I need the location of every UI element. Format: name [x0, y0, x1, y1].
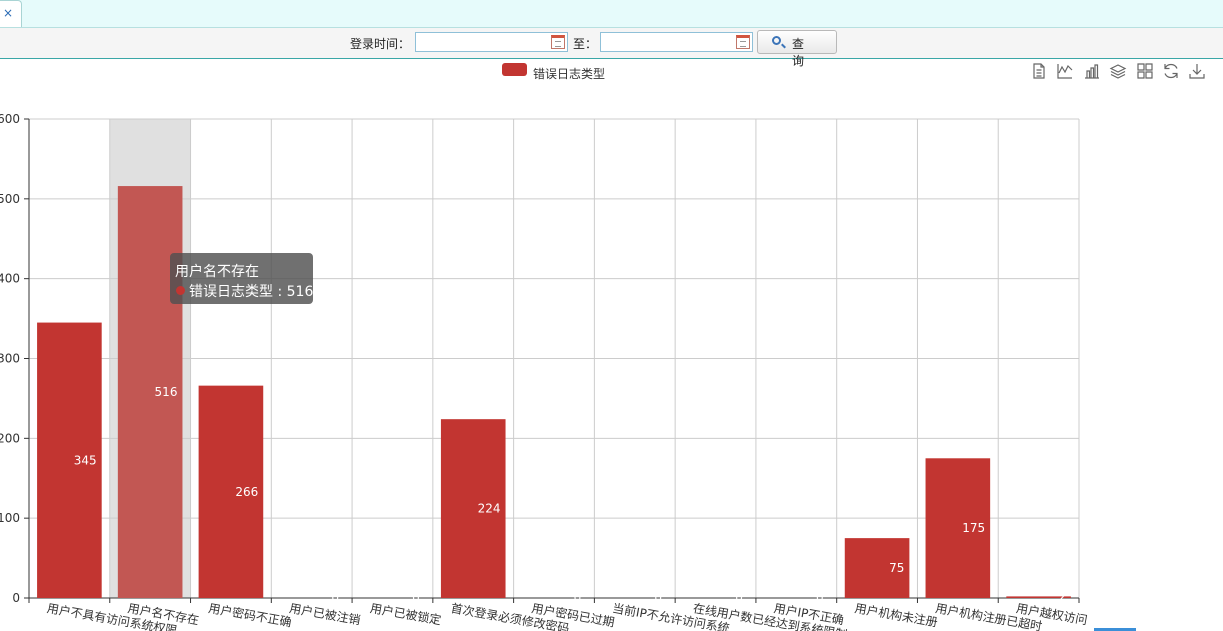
tooltip-series-dot [176, 286, 185, 295]
y-tick-label: 400 [0, 272, 20, 286]
search-button-label: 查 询 [792, 37, 811, 68]
y-tick-label: 200 [0, 431, 20, 445]
bar-value-label: 345 [74, 453, 97, 467]
bar-value-label: 266 [235, 485, 258, 499]
calendar-icon[interactable] [736, 35, 750, 49]
bar-value-label: 175 [962, 521, 985, 535]
tooltip-value-line: 错误日志类型 : 516 [189, 284, 314, 300]
login-time-label: 登录时间： [350, 37, 411, 51]
x-category-label: 用户已被注销 [288, 600, 362, 627]
bar-value-label: 516 [155, 385, 178, 399]
bar-value-label: 0 [654, 591, 662, 605]
y-tick-label: 300 [0, 352, 20, 366]
search-icon [772, 36, 781, 45]
bar-value-label: 0 [412, 591, 420, 605]
y-tick-label: 600 [0, 112, 20, 126]
calendar-icon[interactable] [551, 35, 565, 49]
tab-bar: × [0, 0, 1223, 28]
tile-icon[interactable] [1136, 62, 1154, 80]
end-date-input[interactable] [600, 32, 753, 52]
bar-chart-icon[interactable] [1083, 62, 1101, 80]
bar-value-label: 0 [816, 591, 824, 605]
tab-current[interactable]: × [0, 0, 22, 27]
stack-icon[interactable] [1109, 62, 1127, 80]
bar-chart: 0100200300400500600345用户不具有访问系统权限516用户名不… [0, 112, 1089, 631]
line-chart-icon[interactable] [1056, 62, 1074, 80]
bar-value-label: 224 [478, 502, 501, 516]
start-date-input[interactable] [415, 32, 568, 52]
legend-swatch[interactable] [502, 63, 527, 76]
save-image-icon[interactable] [1188, 62, 1206, 80]
query-toolbar: 登录时间： 至： 查 询 [0, 28, 1223, 68]
y-tick-label: 0 [12, 591, 20, 605]
to-label: 至： [573, 37, 598, 51]
bar-value-label: 0 [331, 591, 339, 605]
search-button[interactable]: 查 询 [757, 30, 837, 68]
x-category-label: 用户已被锁定 [369, 600, 443, 627]
chart-tooltip: 用户名不存在 错误日志类型 : 516 [170, 253, 313, 304]
y-tick-label: 500 [0, 192, 20, 206]
x-category-label: 用户密码不正确 [207, 600, 292, 629]
bar-value-label: 2 [1058, 590, 1066, 604]
bar-value-label: 0 [735, 591, 743, 605]
restore-icon[interactable] [1162, 62, 1180, 80]
data-view-icon[interactable] [1030, 62, 1048, 80]
bar-value-label: 75 [889, 561, 904, 575]
close-icon[interactable]: × [3, 6, 13, 20]
tooltip-title: 用户名不存在 [175, 264, 259, 280]
x-category-label: 用户机构未注册 [854, 600, 939, 629]
legend-label[interactable]: 错误日志类型 [533, 65, 605, 82]
bar-value-label: 0 [574, 591, 582, 605]
y-tick-label: 100 [0, 511, 20, 525]
